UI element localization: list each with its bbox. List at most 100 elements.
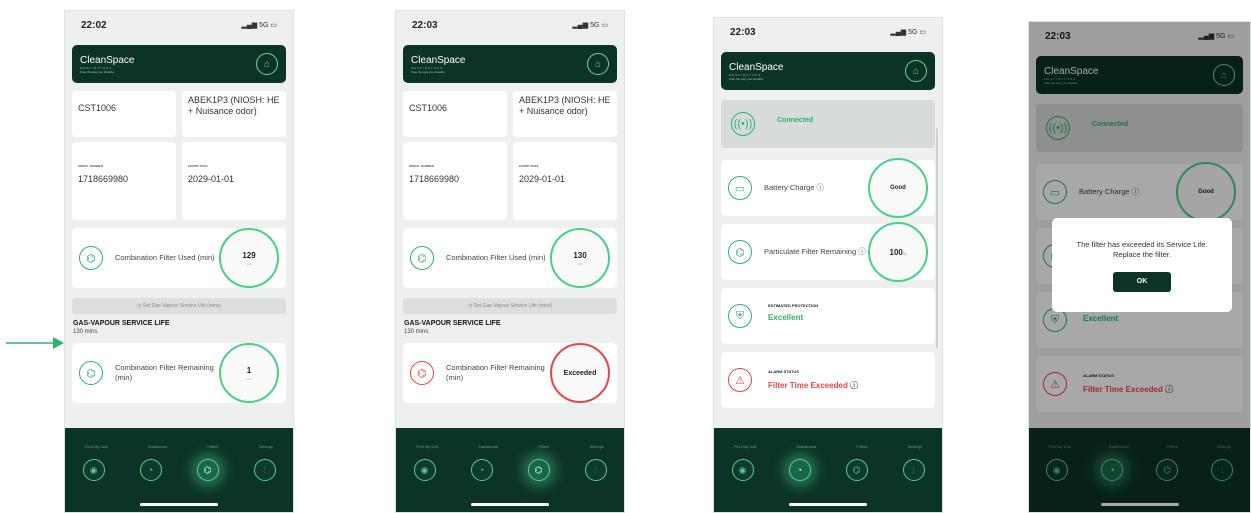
shield-icon: ⛨ <box>728 304 752 328</box>
brand-tag: Free the way you breathe <box>80 69 115 74</box>
nav-find-button[interactable]: ◉ <box>82 459 105 481</box>
warning-triangle-icon: ⚠ <box>728 368 752 392</box>
nav-label-find: Find My Unit <box>85 444 108 449</box>
filter-type-value: ABEK1P3 (NIOSH: HE + Nuisance odor) <box>188 95 280 116</box>
filter-icon: ⌬ <box>79 246 103 270</box>
filter-type-value: ABEK1P3 (NIOSH: HE + Nuisance odor) <box>519 95 611 116</box>
gas-vapour-title: GAS-VAPOUR SERVICE LIFE <box>73 320 170 327</box>
brand-name: CleanSpace <box>411 54 466 66</box>
ok-button[interactable]: OK <box>1113 272 1171 293</box>
nav-dashboard-button[interactable]: ◔ <box>139 459 162 481</box>
protection-value: Excellent <box>768 312 804 322</box>
nav-settings-button[interactable]: ⫶ <box>253 459 276 481</box>
nav-settings-button[interactable]: ⫶ <box>902 459 925 481</box>
filter-used-ring: 129 min <box>219 228 279 288</box>
nav-filters-button[interactable]: ⌬ <box>527 459 550 481</box>
model-value: CST1006 <box>78 103 117 113</box>
status-time: 22:02 <box>81 19 107 31</box>
dashboard-gauge-icon: ◔ <box>478 465 485 475</box>
gas-vapour-title: GAS-VAPOUR SERVICE LIFE <box>404 320 501 327</box>
filter-used-card: ⌬ Combination Filter Used (min) 130 min <box>403 228 617 288</box>
nav-label-filters: Filters <box>538 444 550 449</box>
nav-icons: ◉ ◔ ⌬ ⫶ <box>396 459 624 481</box>
settings-sliders-icon: ⫶ <box>594 464 597 475</box>
filter-model-row: CST1006 ABEK1P3 (NIOSH: HE + Nuisance od… <box>72 91 286 137</box>
alarm-value-text: Filter Time Exceeded <box>768 381 848 390</box>
nav-filters-button[interactable]: ⌬ <box>845 459 868 481</box>
nav-settings-button[interactable]: ⫶ <box>584 459 607 481</box>
brand-name: CleanSpace <box>80 54 135 66</box>
filter-used-unit: min <box>577 261 583 266</box>
filter-model-row: CST1006 ABEK1P3 (NIOSH: HE + Nuisance od… <box>403 91 617 137</box>
filter-remaining-value: Exceeded <box>563 369 597 377</box>
battery-card: ▭ Battery Charge ⓘ Good <box>721 158 935 218</box>
filter-used-unit: min <box>246 261 252 266</box>
phone-screen-dashboard: 22:03 ▂▄▆ 5G ▭ CleanSpace RESPIRATORS Fr… <box>713 17 943 513</box>
cleanspace-logo: CleanSpace RESPIRATORS Free the way you … <box>80 55 134 74</box>
set-service-life-button[interactable]: ◷ Set Gas-Vapour Service Life (mins) <box>72 298 286 314</box>
home-indicator <box>471 503 549 506</box>
home-button[interactable]: ⌂ <box>905 60 927 82</box>
bottom-nav: Find My Unit Dashboard Filters Settings … <box>65 428 293 512</box>
filter-icon: ⌬ <box>410 246 434 270</box>
nav-dashboard-button[interactable]: ◔ <box>470 459 493 481</box>
particulate-label: Particulate Filter Remaining ⓘ <box>764 247 868 257</box>
nav-filters-button[interactable]: ⌬ <box>196 459 219 481</box>
expiry-value: 2029-01-01 <box>519 174 566 184</box>
settings-sliders-icon: ⫶ <box>263 464 266 475</box>
alarm-text: ALARM STATUS Filter Time Exceeded ⓘ <box>768 369 858 391</box>
nav-labels: Find My Unit Dashboard Filters Settings <box>396 444 624 449</box>
filter-type-cell: ABEK1P3 (NIOSH: HE + Nuisance odor) <box>513 91 617 137</box>
model-cell: CST1006 <box>403 91 507 137</box>
status-time: 22:03 <box>730 26 756 38</box>
signal-indicator: ▂▄▆ 5G ▭ <box>241 22 277 29</box>
filter-type-cell: ABEK1P3 (NIOSH: HE + Nuisance odor) <box>182 91 286 137</box>
home-indicator <box>789 503 867 506</box>
info-icon[interactable]: ⓘ <box>817 183 825 192</box>
app-header: CleanSpace RESPIRATORS Free the way you … <box>721 52 935 90</box>
serial-value: 1718669980 <box>78 174 129 184</box>
home-icon: ⌂ <box>594 58 602 70</box>
particulate-value: 100% <box>890 248 907 257</box>
network-type: 5G <box>259 22 269 29</box>
nav-label-dashboard: Dashboard <box>796 444 817 449</box>
dialog-message: The filter has exceeded its Service Life… <box>1076 240 1208 260</box>
battery-icon: ▭ <box>728 176 752 200</box>
nav-find-button[interactable]: ◉ <box>731 459 754 481</box>
info-icon[interactable]: ⓘ <box>850 381 858 390</box>
home-button[interactable]: ⌂ <box>587 53 609 75</box>
nav-label-find: Find My Unit <box>416 444 439 449</box>
annotation-arrow-icon <box>6 337 64 349</box>
nav-dashboard-button[interactable]: ◔ <box>788 459 811 481</box>
cleanspace-logo: CleanSpace RESPIRATORS Free the way you … <box>411 55 465 74</box>
nav-find-button[interactable]: ◉ <box>413 459 436 481</box>
scrollbar[interactable] <box>936 128 938 348</box>
home-indicator <box>140 503 218 506</box>
set-service-life-button[interactable]: ◷ Set Gas-Vapour Service Life (mins) <box>403 298 617 314</box>
nav-labels: Find My Unit Dashboard Filters Settings <box>65 444 293 449</box>
expiry-value: 2029-01-01 <box>188 174 235 184</box>
filter-icon: ⌬ <box>79 361 103 385</box>
home-button[interactable]: ⌂ <box>256 53 278 75</box>
filter-used-card: ⌬ Combination Filter Used (min) 129 min <box>72 228 286 288</box>
location-pin-icon: ◉ <box>420 464 429 475</box>
protection-card: ⛨ ESTIMATED PROTECTION Excellent <box>721 288 935 344</box>
filter-remaining-label: Combination Filter Remaining (min) <box>446 363 545 382</box>
filter-used-value: 129 <box>242 250 256 260</box>
protection-text: ESTIMATED PROTECTION Excellent <box>768 303 818 330</box>
phone-screen-filters-2: 22:03 ▂▄▆ 5G ▭ CleanSpace RESPIRATORS Fr… <box>395 10 625 513</box>
particulate-number: 100 <box>889 247 903 257</box>
serial-expiry-row: SERIAL NUMBER 1718669980 EXPIRY DATE 202… <box>403 142 617 220</box>
gas-vapour-value: 130 mins <box>73 329 98 335</box>
brand-name: CleanSpace <box>729 61 784 73</box>
info-icon[interactable]: ⓘ <box>858 247 866 256</box>
battery-ring: Good <box>868 158 928 218</box>
particulate-card: ⌬ Particulate Filter Remaining ⓘ 100% <box>721 222 935 282</box>
nav-label-settings: Settings <box>589 444 604 449</box>
nav-icons: ◉ ◔ ⌬ ⫶ <box>65 459 293 481</box>
last-check <box>768 326 818 330</box>
signal-indicator: ▂▄▆ 5G ▭ <box>572 22 608 29</box>
particulate-ring: 100% <box>868 222 928 282</box>
model-value: CST1006 <box>409 103 448 113</box>
filter-remaining-label: Combination Filter Remaining (min) <box>115 363 214 382</box>
